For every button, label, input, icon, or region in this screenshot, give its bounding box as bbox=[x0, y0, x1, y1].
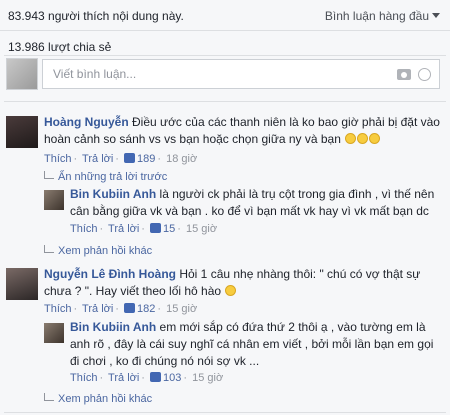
divider bbox=[0, 30, 450, 31]
like-count[interactable]: 182 bbox=[137, 303, 155, 315]
timestamp[interactable]: 18 giờ bbox=[166, 153, 197, 165]
comment-input[interactable] bbox=[43, 60, 363, 88]
comment-actions: Thích · Trả lời · 182 · 15 giờ bbox=[44, 303, 198, 315]
like-link[interactable]: Thích bbox=[44, 153, 72, 165]
shares-count[interactable]: 13.986 lượt chia sẻ bbox=[8, 40, 111, 54]
comment-body: Nguyễn Lê Đình Hoàng Hỏi 1 câu nhẹ nhàng… bbox=[44, 266, 442, 300]
grin-emoji-icon bbox=[357, 133, 369, 144]
comment-author[interactable]: Hoàng Nguyễn bbox=[44, 115, 129, 129]
smile-emoji-icon bbox=[225, 285, 237, 296]
reply-author[interactable]: Bin Kubiin Anh bbox=[70, 187, 156, 201]
likes-count: 83.943 bbox=[8, 9, 45, 23]
like-count[interactable]: 103 bbox=[163, 372, 181, 384]
thumbs-up-icon bbox=[150, 223, 162, 233]
reply-body: Bin Kubiin Anh là người ck phải là trụ c… bbox=[70, 186, 440, 220]
grin-emoji-icon bbox=[345, 133, 357, 144]
more-replies-link[interactable]: Xem phản hồi khác bbox=[44, 392, 152, 406]
reply-link[interactable]: Trả lời bbox=[108, 223, 139, 235]
like-count[interactable]: 189 bbox=[137, 153, 155, 165]
reply-link[interactable]: Trả lời bbox=[82, 303, 113, 315]
chevron-down-icon bbox=[432, 13, 440, 18]
sort-dropdown[interactable]: Bình luận hàng đầu bbox=[325, 9, 440, 23]
more-replies-label: Xem phản hồi khác bbox=[58, 245, 153, 257]
divider bbox=[4, 55, 446, 56]
more-replies-link[interactable]: Xem phản hồi khác bbox=[44, 244, 152, 258]
reply-author[interactable]: Bin Kubiin Anh bbox=[70, 320, 156, 334]
avatar[interactable] bbox=[6, 268, 38, 300]
reply-actions: Thích · Trả lời · 15 · 15 giờ bbox=[70, 223, 218, 235]
sort-label: Bình luận hàng đầu bbox=[324, 9, 429, 23]
divider bbox=[4, 101, 446, 102]
comment-author[interactable]: Nguyễn Lê Đình Hoàng bbox=[44, 267, 176, 281]
more-replies-label: Xem phản hồi khác bbox=[58, 393, 153, 405]
avatar[interactable] bbox=[44, 190, 64, 210]
reply-arrow-icon bbox=[44, 171, 54, 179]
reply-arrow-icon bbox=[44, 393, 54, 401]
reply-link[interactable]: Trả lời bbox=[108, 372, 139, 384]
timestamp[interactable]: 15 giờ bbox=[192, 372, 223, 384]
hide-replies-link[interactable]: Ẩn những trả lời trước bbox=[44, 170, 167, 184]
like-count[interactable]: 15 bbox=[163, 223, 175, 235]
comment-composer[interactable] bbox=[42, 59, 440, 89]
grin-emoji-icon bbox=[369, 133, 381, 144]
like-link[interactable]: Thích bbox=[44, 303, 72, 315]
likes-summary[interactable]: 83.943 người thích nội dung này. bbox=[8, 9, 184, 23]
reply-link[interactable]: Trả lời bbox=[82, 153, 113, 165]
avatar[interactable] bbox=[6, 116, 38, 148]
emoji-icon[interactable] bbox=[418, 68, 431, 81]
divider bbox=[4, 412, 446, 413]
thumbs-up-icon bbox=[124, 153, 136, 163]
thumbs-up-icon bbox=[150, 372, 162, 382]
reply-body: Bin Kubiin Anh em mới sắp có đứa thứ 2 t… bbox=[70, 319, 440, 370]
comment-actions: Thích · Trả lời · 189 · 18 giờ bbox=[44, 153, 198, 165]
hide-replies-label: Ẩn những trả lời trước bbox=[58, 171, 168, 183]
comment-body: Hoàng Nguyễn Điều ước của các thanh niên… bbox=[44, 114, 442, 148]
like-link[interactable]: Thích bbox=[70, 223, 98, 235]
reply-actions: Thích · Trả lời · 103 · 15 giờ bbox=[70, 372, 224, 384]
like-link[interactable]: Thích bbox=[70, 372, 98, 384]
thumbs-up-icon bbox=[124, 303, 136, 313]
avatar bbox=[6, 58, 38, 90]
timestamp[interactable]: 15 giờ bbox=[166, 303, 197, 315]
reply-arrow-icon bbox=[44, 245, 54, 253]
camera-icon[interactable] bbox=[397, 69, 411, 80]
timestamp[interactable]: 15 giờ bbox=[186, 223, 217, 235]
avatar[interactable] bbox=[44, 323, 64, 343]
likes-text: người thích nội dung này. bbox=[48, 9, 184, 23]
